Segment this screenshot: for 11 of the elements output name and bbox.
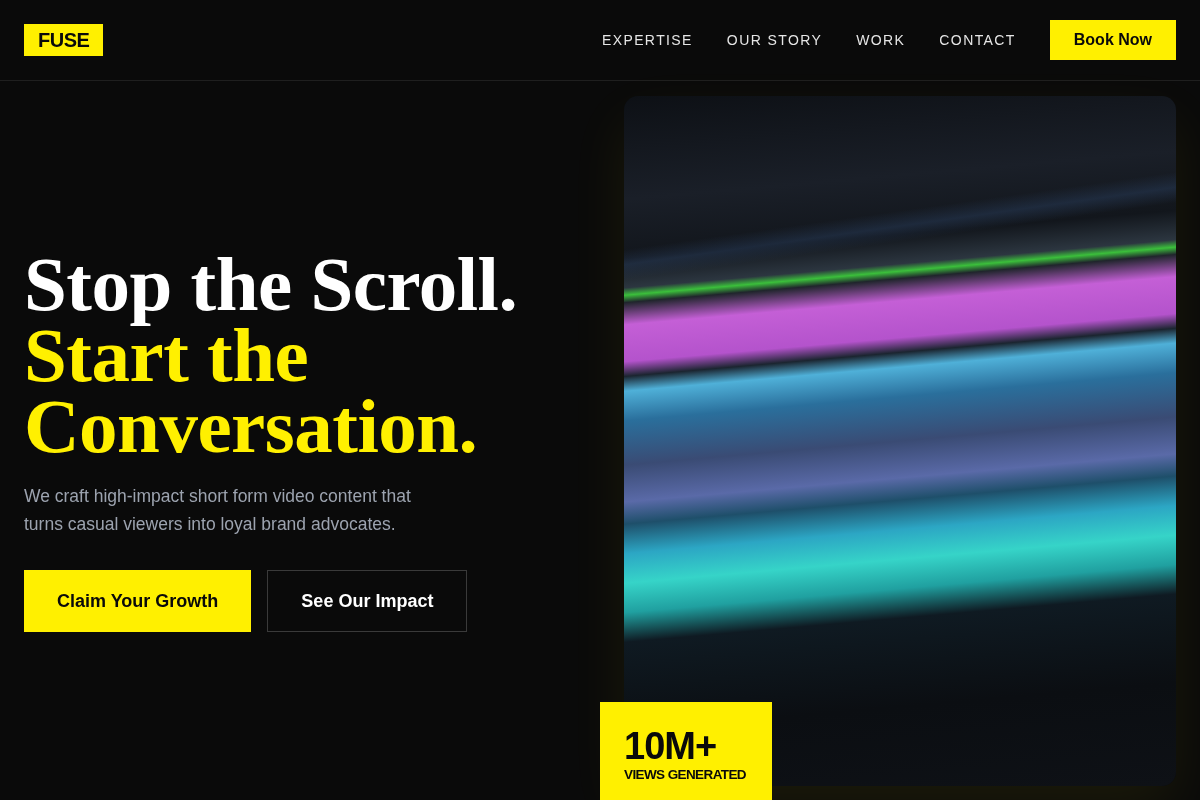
book-now-button[interactable]: Book Now bbox=[1049, 20, 1176, 60]
stat-label: VIEWS GENERATED bbox=[624, 766, 746, 783]
stat-value: 10M+ bbox=[624, 725, 717, 766]
nav-link[interactable]: EXPERTISE bbox=[601, 32, 693, 48]
nav-link[interactable]: CONTACT bbox=[939, 32, 1016, 48]
primary-button[interactable]: Claim Your Growth bbox=[24, 570, 252, 632]
nav-link[interactable]: WORK bbox=[856, 32, 906, 48]
nav-link[interactable]: OUR STORY bbox=[726, 32, 823, 48]
outline-button[interactable]: See Our Impact bbox=[267, 570, 468, 632]
hero-description: We craft high-impact short form video content that turns casual viewers into loyal brand advocates. bbox=[24, 485, 412, 536]
logo[interactable]: FUSE bbox=[24, 24, 104, 56]
